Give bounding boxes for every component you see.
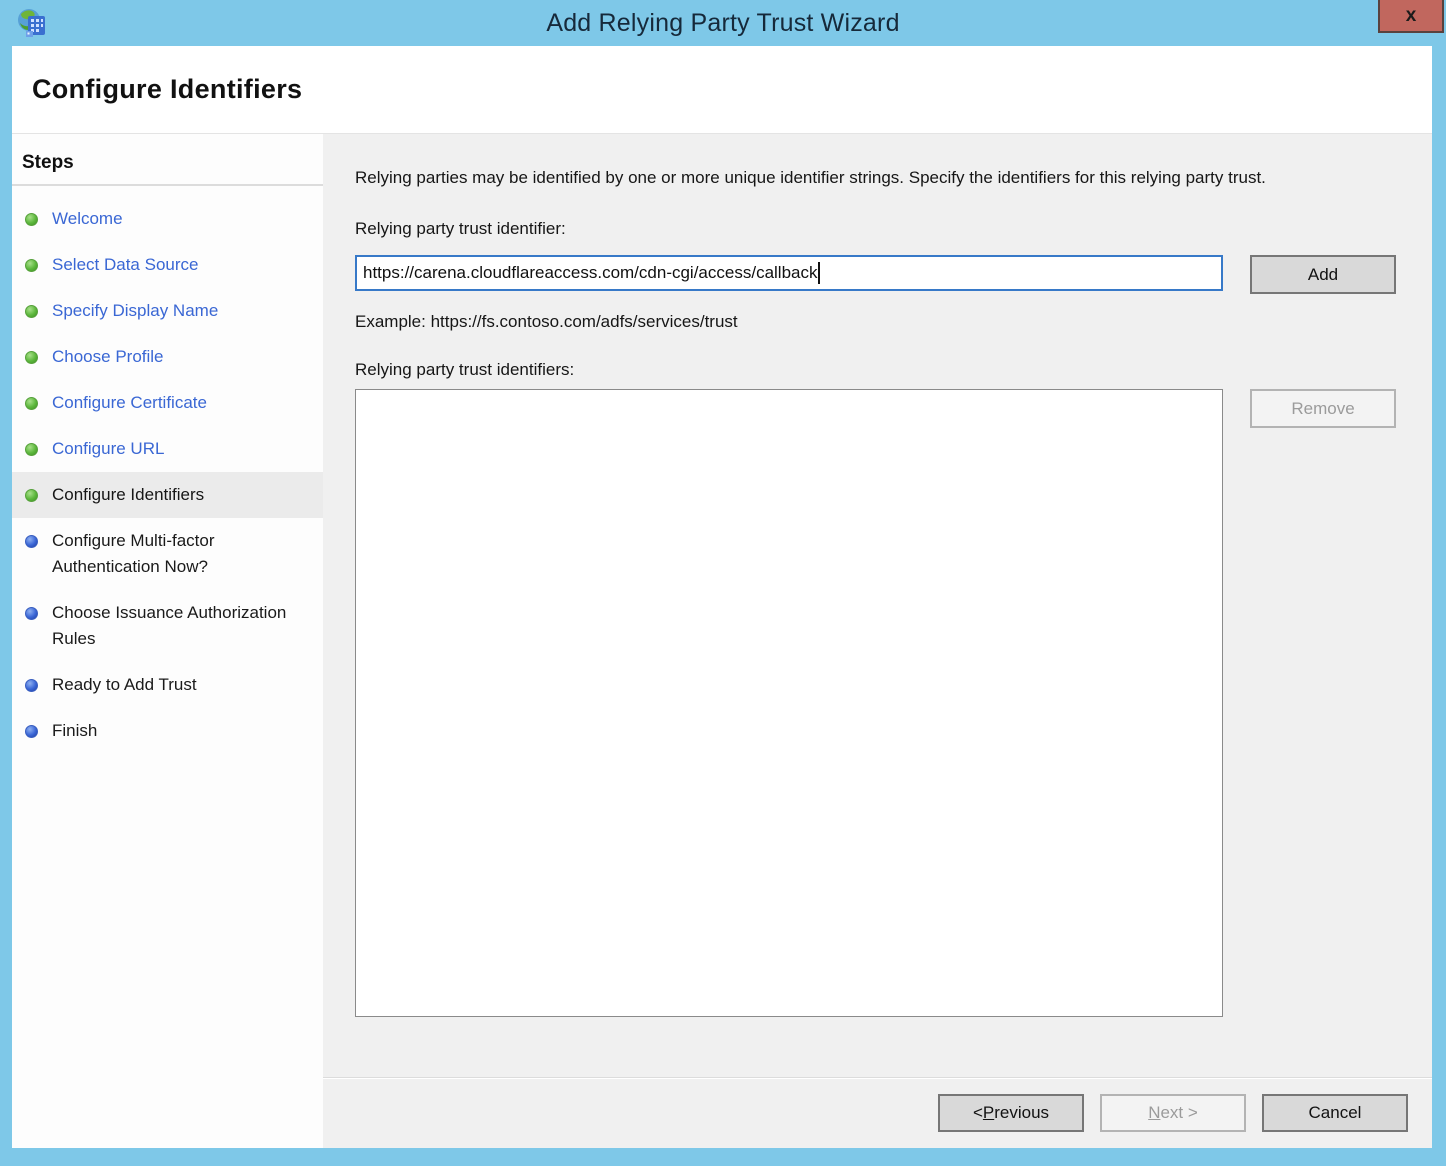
intro-text: Relying parties may be identified by one… bbox=[355, 164, 1385, 191]
step-choose-issuance-rules[interactable]: Choose Issuance Authorization Rules bbox=[12, 590, 323, 662]
completed-step-bullet-icon bbox=[25, 213, 38, 226]
main-content: Relying parties may be identified by one… bbox=[323, 134, 1432, 1077]
step-configure-certificate[interactable]: Configure Certificate bbox=[12, 380, 323, 426]
next-button[interactable]: Next > bbox=[1100, 1094, 1246, 1132]
add-button[interactable]: Add bbox=[1250, 255, 1396, 294]
previous-button[interactable]: < Previous bbox=[938, 1094, 1084, 1132]
previous-button-text: revious bbox=[994, 1103, 1049, 1123]
identifier-input-row: https://carena.cloudflareaccess.com/cdn-… bbox=[355, 255, 1396, 294]
identifier-field-label: Relying party trust identifier: bbox=[355, 219, 1396, 239]
wizard-window: Add Relying Party Trust Wizard x Configu… bbox=[0, 0, 1446, 1166]
step-label: Configure Identifiers bbox=[52, 482, 204, 508]
window-title: Add Relying Party Trust Wizard bbox=[0, 9, 1446, 38]
completed-step-bullet-icon bbox=[25, 305, 38, 318]
step-label: Specify Display Name bbox=[52, 298, 218, 324]
step-label: Configure Multi-factor Authentication No… bbox=[52, 528, 317, 580]
step-label: Finish bbox=[52, 718, 97, 744]
step-label: Ready to Add Trust bbox=[52, 672, 197, 698]
previous-accesskey: P bbox=[983, 1103, 994, 1123]
next-accesskey: N bbox=[1148, 1103, 1160, 1123]
close-button[interactable]: x bbox=[1378, 0, 1444, 33]
completed-step-bullet-icon bbox=[25, 351, 38, 364]
pending-step-bullet-icon bbox=[25, 679, 38, 692]
identifiers-list-label: Relying party trust identifiers: bbox=[355, 360, 1396, 380]
remove-button[interactable]: Remove bbox=[1250, 389, 1396, 428]
example-text: Example: https://fs.contoso.com/adfs/ser… bbox=[355, 312, 1396, 332]
wizard-footer: < Previous Next > Cancel bbox=[323, 1077, 1432, 1148]
step-label: Select Data Source bbox=[52, 252, 198, 278]
identifier-input[interactable]: https://carena.cloudflareaccess.com/cdn-… bbox=[355, 255, 1223, 291]
completed-step-bullet-icon bbox=[25, 489, 38, 502]
step-choose-profile[interactable]: Choose Profile bbox=[12, 334, 323, 380]
step-label: Choose Issuance Authorization Rules bbox=[52, 600, 317, 652]
identifiers-list-row: Remove bbox=[355, 389, 1396, 1017]
identifier-input-value: https://carena.cloudflareaccess.com/cdn-… bbox=[363, 263, 817, 283]
identifiers-listbox[interactable] bbox=[355, 389, 1223, 1017]
previous-button-text: < bbox=[973, 1103, 983, 1123]
step-label: Choose Profile bbox=[52, 344, 164, 370]
pending-step-bullet-icon bbox=[25, 535, 38, 548]
steps-title: Steps bbox=[12, 148, 323, 184]
step-configure-identifiers[interactable]: Configure Identifiers bbox=[12, 472, 323, 518]
step-configure-multifactor[interactable]: Configure Multi-factor Authentication No… bbox=[12, 518, 323, 590]
completed-step-bullet-icon bbox=[25, 259, 38, 272]
page-title: Configure Identifiers bbox=[12, 74, 302, 105]
step-welcome[interactable]: Welcome bbox=[12, 196, 323, 242]
steps-sidebar: Steps Welcome Select Data Source Specify… bbox=[12, 134, 323, 1148]
main-panel: Relying parties may be identified by one… bbox=[323, 134, 1432, 1148]
step-select-data-source[interactable]: Select Data Source bbox=[12, 242, 323, 288]
step-label: Configure Certificate bbox=[52, 390, 207, 416]
step-label: Configure URL bbox=[52, 436, 164, 462]
next-button-text: ext > bbox=[1160, 1103, 1197, 1123]
titlebar: Add Relying Party Trust Wizard x bbox=[0, 0, 1446, 46]
pending-step-bullet-icon bbox=[25, 607, 38, 620]
adfs-app-icon bbox=[16, 7, 48, 39]
completed-step-bullet-icon bbox=[25, 443, 38, 456]
cancel-button[interactable]: Cancel bbox=[1262, 1094, 1408, 1132]
step-finish[interactable]: Finish bbox=[12, 708, 323, 754]
step-configure-url[interactable]: Configure URL bbox=[12, 426, 323, 472]
step-ready-to-add-trust[interactable]: Ready to Add Trust bbox=[12, 662, 323, 708]
step-specify-display-name[interactable]: Specify Display Name bbox=[12, 288, 323, 334]
completed-step-bullet-icon bbox=[25, 397, 38, 410]
pending-step-bullet-icon bbox=[25, 725, 38, 738]
steps-list: Welcome Select Data Source Specify Displ… bbox=[12, 186, 323, 754]
text-caret bbox=[818, 262, 820, 284]
wizard-body: Steps Welcome Select Data Source Specify… bbox=[12, 134, 1432, 1148]
step-label: Welcome bbox=[52, 206, 123, 232]
page-header: Configure Identifiers bbox=[12, 46, 1432, 134]
